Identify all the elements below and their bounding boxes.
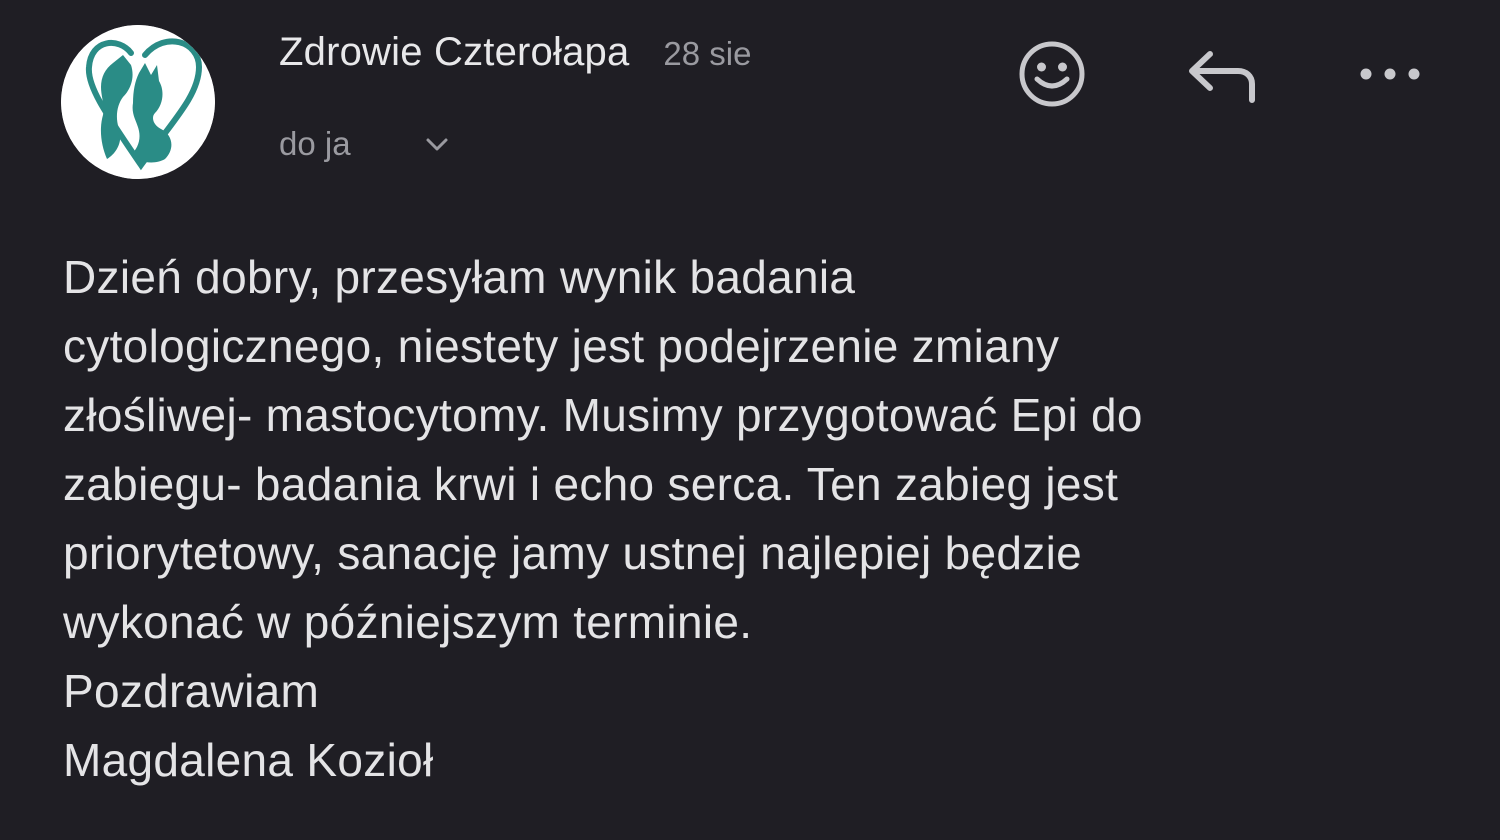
sender-avatar[interactable]: [61, 25, 215, 179]
email-date: 28 sie: [663, 35, 752, 72]
email-body: Dzień dobry, przesyłam wynik badania cyt…: [63, 243, 1463, 795]
reply-arrow-icon: [1189, 51, 1255, 103]
email-body-line: zabiegu- badania krwi i echo serca. Ten …: [63, 458, 1119, 510]
email-body-line: złośliwej- mastocytomy. Musimy przygotow…: [63, 389, 1143, 441]
recipient-details-toggle[interactable]: do ja: [279, 122, 453, 166]
email-signoff: Pozdrawiam: [63, 665, 320, 717]
sender-name[interactable]: Zdrowie Czterołapa: [279, 30, 629, 75]
chevron-down-icon[interactable]: [421, 128, 453, 160]
cat-dog-heart-logo-icon: [61, 25, 215, 179]
recipient-label: do ja: [279, 125, 351, 162]
reply-button[interactable]: [1184, 36, 1260, 112]
email-body-line: priorytetowy, sanację jamy ustnej najlep…: [63, 527, 1083, 579]
email-signature: Magdalena Kozioł: [63, 734, 434, 786]
email-body-line: wykonać w późniejszym terminie.: [63, 596, 753, 648]
add-reaction-button[interactable]: [1014, 36, 1090, 112]
email-body-line: Dzień dobry, przesyłam wynik badania: [63, 251, 856, 303]
more-dots-icon: [1360, 68, 1420, 80]
sender-line: Zdrowie Czterołapa 28 sie: [279, 30, 751, 80]
email-header: Zdrowie Czterołapa 28 sie do ja: [0, 0, 1500, 200]
email-body-line: cytologicznego, niestety jest podejrzeni…: [63, 320, 1060, 372]
more-options-button[interactable]: [1352, 36, 1428, 112]
smiley-face-icon: [1019, 41, 1085, 107]
